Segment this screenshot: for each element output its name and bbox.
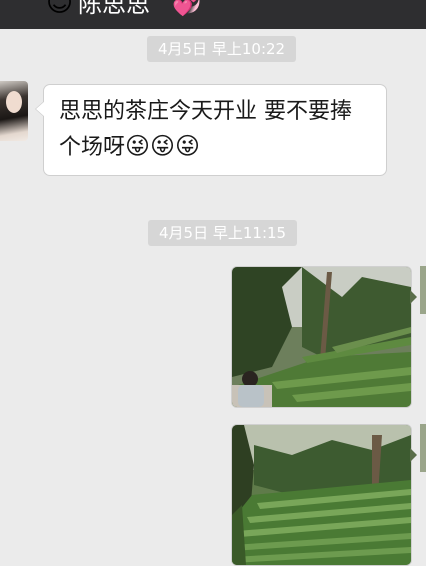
- photo-message-tea-plantation[interactable]: [231, 266, 412, 408]
- avatar-face: [6, 91, 22, 113]
- my-avatar[interactable]: [420, 424, 426, 472]
- message-timestamp: 4月5日 早上11:15: [148, 220, 298, 246]
- photo-bubble-tail: [410, 290, 417, 304]
- my-avatar[interactable]: [420, 266, 426, 314]
- chat-title[interactable]: 陈思思: [78, 0, 150, 19]
- incoming-message-bubble[interactable]: 思思的茶庄今天开业 要不要捧个场呀😜😜😜: [35, 84, 387, 176]
- message-timestamp: 4月5日 早上10:22: [147, 36, 297, 62]
- chat-header: 😊 陈思思 💞: [0, 0, 426, 29]
- photo-message-tea-terraces[interactable]: [231, 424, 412, 566]
- tea-plantation-image: [232, 267, 411, 407]
- message-text: 思思的茶庄今天开业 要不要捧个场呀: [59, 99, 352, 160]
- tea-terraces-image: [232, 425, 411, 565]
- hearts-emoji-icon: 💞: [172, 0, 202, 17]
- smile-emoji-icon: 😊: [46, 0, 74, 18]
- photo-bubble-tail: [410, 448, 417, 462]
- contact-avatar[interactable]: [0, 81, 28, 141]
- winking-tongue-emoji-icon: 😜😜😜: [125, 132, 201, 160]
